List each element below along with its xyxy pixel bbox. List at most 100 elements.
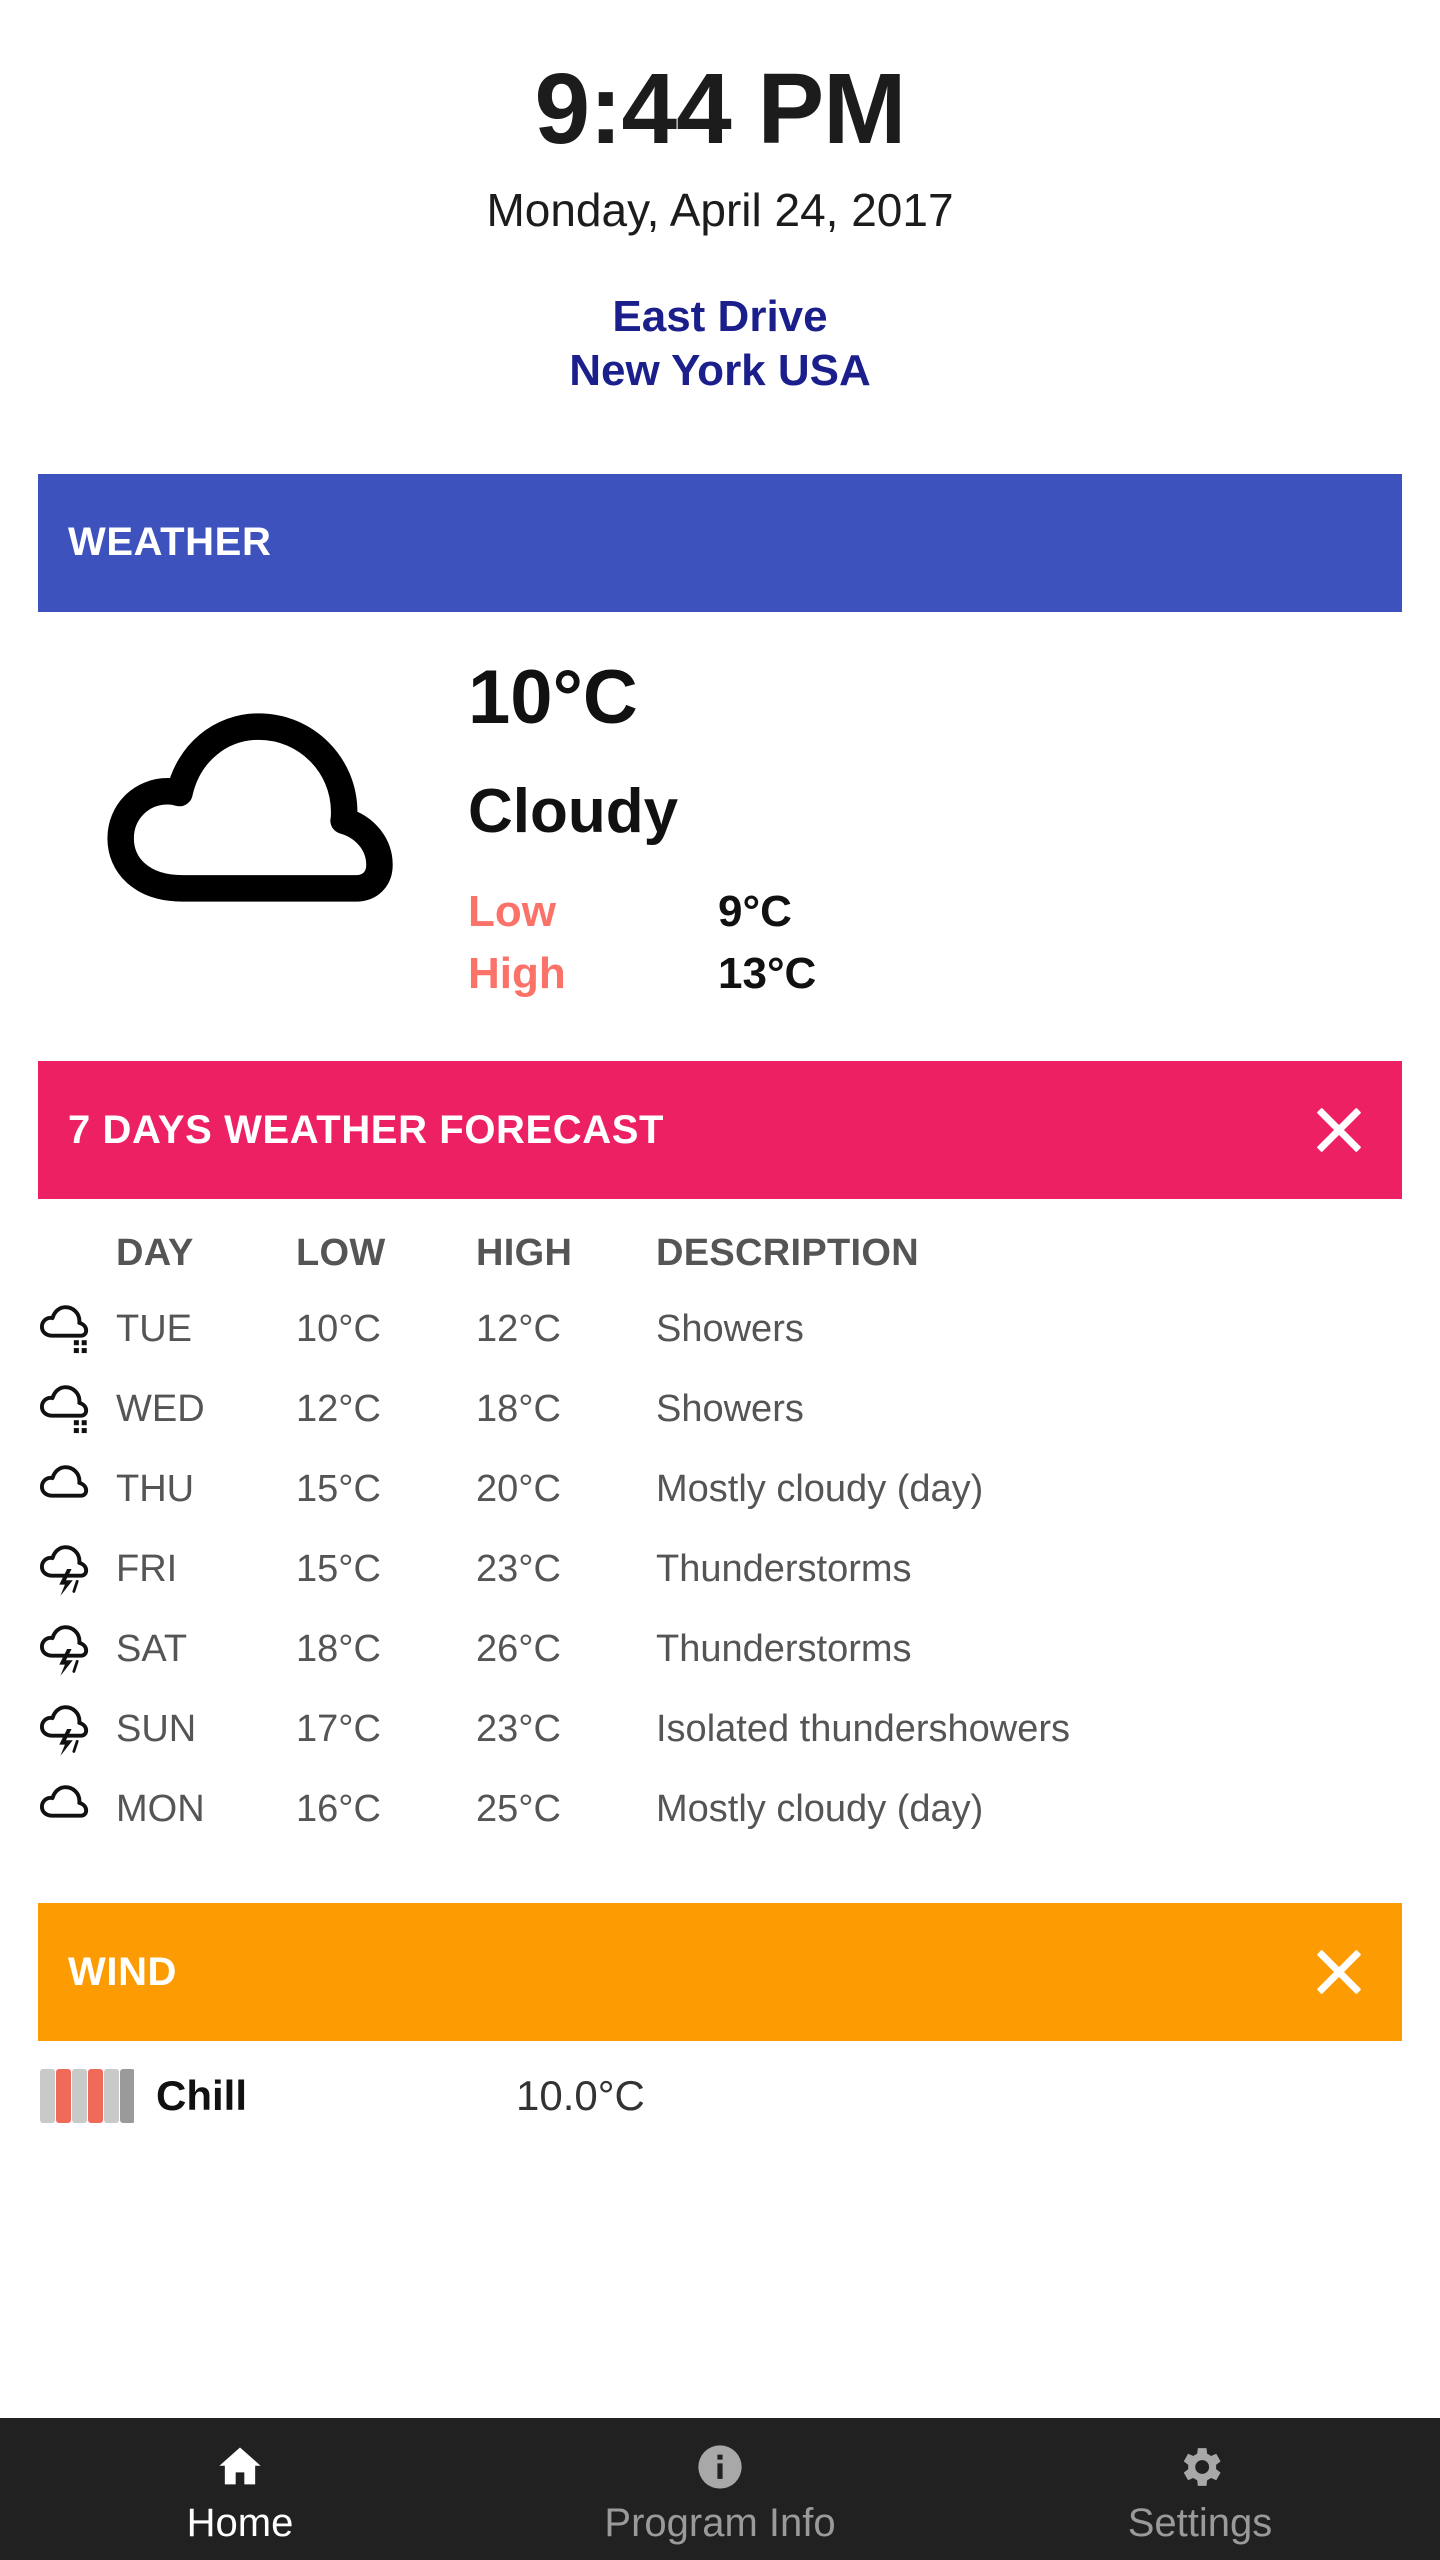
wind-row-list: Chill 10.0°C xyxy=(38,2057,1402,2135)
forecast-high: 20°C xyxy=(476,1467,561,1510)
forecast-day: THU xyxy=(116,1467,195,1510)
cloud-icon xyxy=(39,1465,89,1499)
location-line-1: East Drive xyxy=(612,292,828,342)
table-row[interactable]: FRI 15°C 23°C Thunderstorms xyxy=(38,1529,1402,1609)
forecast-row-icon xyxy=(38,1621,116,1677)
forecast-high: 23°C xyxy=(476,1707,561,1750)
forecast-description: Isolated thundershowers xyxy=(656,1707,1071,1750)
status-header: 9:44 PM Monday, April 24, 2017 East Driv… xyxy=(0,0,1440,398)
nav-item-label: Settings xyxy=(1127,2501,1273,2545)
forecast-day: SUN xyxy=(116,1707,197,1750)
forecast-section-title: 7 DAYS WEATHER FORECAST xyxy=(68,1107,665,1152)
nav-icon-wrap xyxy=(694,2441,746,2493)
nav-item-settings[interactable]: Settings xyxy=(960,2418,1440,2560)
current-low-value: 9°C xyxy=(718,886,792,936)
table-row[interactable]: MON 16°C 25°C Mostly cloudy (day) xyxy=(38,1769,1402,1849)
forecast-low: 18°C xyxy=(296,1627,381,1670)
current-weather-icon-wrap xyxy=(38,648,468,906)
forecast-low: 12°C xyxy=(296,1387,381,1430)
table-row[interactable]: TUE 10°C 12°C Showers xyxy=(38,1289,1402,1369)
nav-item-label: Program Info xyxy=(604,2501,836,2545)
nav-item-label: Home xyxy=(186,2501,294,2545)
column-header-low: LOW xyxy=(296,1231,386,1274)
cloud-icon xyxy=(107,712,393,902)
table-row[interactable]: SAT 18°C 26°C Thunderstorms xyxy=(38,1609,1402,1689)
current-weather-info: 10°C Cloudy Low 9°C High 13°C xyxy=(468,648,1402,1006)
forecast-low: 15°C xyxy=(296,1547,381,1590)
bottom-navigation: Home Program Info Settings xyxy=(0,2418,1440,2560)
thermometer-icon xyxy=(40,2069,134,2124)
wind-row-icon xyxy=(38,2065,156,2127)
forecast-row-icon xyxy=(38,1701,116,1757)
nav-icon-wrap xyxy=(214,2441,266,2493)
cloud-icon xyxy=(39,1785,89,1819)
forecast-low: 17°C xyxy=(296,1707,381,1750)
clock-time: 9:44 PM xyxy=(534,53,907,165)
table-row[interactable]: SUN 17°C 23°C Isolated thundershowers xyxy=(38,1689,1402,1769)
forecast-description: Thunderstorms xyxy=(656,1627,912,1670)
weather-section-title: WEATHER xyxy=(68,520,272,565)
column-header-description: DESCRIPTION xyxy=(656,1231,919,1274)
column-header-high: HIGH xyxy=(476,1231,573,1274)
forecast-row-icon xyxy=(38,1381,116,1437)
forecast-high: 23°C xyxy=(476,1547,561,1590)
current-high-value: 13°C xyxy=(718,949,817,998)
info-icon xyxy=(698,2445,742,2489)
current-high-label: High xyxy=(468,949,566,998)
cloud-lightning-icon xyxy=(39,1625,89,1677)
wind-row-label: Chill xyxy=(156,2072,247,2120)
wind-section-title: WIND xyxy=(68,1949,178,1994)
table-row[interactable]: THU 15°C 20°C Mostly cloudy (day) xyxy=(38,1449,1402,1529)
forecast-low: 16°C xyxy=(296,1787,381,1830)
nav-item-program-info[interactable]: Program Info xyxy=(480,2418,960,2560)
cloud-lightning-icon xyxy=(39,1705,89,1757)
forecast-high: 12°C xyxy=(476,1307,561,1350)
current-weather: 10°C Cloudy Low 9°C High 13°C xyxy=(38,612,1402,1006)
wind-table: Chill 10.0°C xyxy=(38,2041,1402,2135)
clock-date: Monday, April 24, 2017 xyxy=(486,184,954,236)
column-header-day: DAY xyxy=(116,1231,194,1274)
nav-item-home[interactable]: Home xyxy=(0,2418,480,2560)
gear-icon xyxy=(1183,2448,1221,2486)
forecast-day: TUE xyxy=(116,1307,192,1350)
nav-icon-wrap xyxy=(1174,2441,1226,2493)
location-line-2: New York USA xyxy=(569,345,871,395)
forecast-row-icon xyxy=(38,1301,116,1357)
location-block: East Drive New York USA xyxy=(0,290,1440,397)
forecast-day: WED xyxy=(116,1387,205,1430)
cloud-showers-icon xyxy=(39,1305,89,1354)
forecast-description: Thunderstorms xyxy=(656,1547,912,1590)
weather-section-header[interactable]: WEATHER xyxy=(38,473,1402,612)
current-temperature: 10°C xyxy=(468,654,638,740)
forecast-high: 18°C xyxy=(476,1387,561,1430)
forecast-description: Mostly cloudy (day) xyxy=(656,1787,984,1830)
forecast-description: Showers xyxy=(656,1387,804,1430)
forecast-table: DAY LOW HIGH DESCRIPTION TUE 10°C 12°C Show… xyxy=(38,1199,1402,1849)
close-icon[interactable] xyxy=(1306,1097,1372,1163)
home-icon xyxy=(219,2447,261,2485)
forecast-description: Mostly cloudy (day) xyxy=(656,1467,984,1510)
close-icon[interactable] xyxy=(1306,1939,1372,2005)
wind-section-header[interactable]: WIND xyxy=(38,1903,1402,2042)
wind-row-value: 10.0°C xyxy=(516,2072,645,2120)
cloud-lightning-icon xyxy=(39,1545,89,1597)
forecast-row-icon xyxy=(38,1461,116,1517)
current-lowhigh: Low 9°C High 13°C xyxy=(468,881,1402,1006)
current-low-label: Low xyxy=(468,886,556,936)
forecast-day: SAT xyxy=(116,1627,188,1670)
table-row[interactable]: WED 12°C 18°C Showers xyxy=(38,1369,1402,1449)
forecast-high: 26°C xyxy=(476,1627,561,1670)
forecast-row-icon xyxy=(38,1781,116,1837)
forecast-section-header[interactable]: 7 DAYS WEATHER FORECAST xyxy=(38,1061,1402,1200)
forecast-low: 15°C xyxy=(296,1467,381,1510)
current-high-row: High 13°C xyxy=(468,943,1402,1005)
cloud-showers-icon xyxy=(39,1385,89,1434)
forecast-table-header: DAY LOW HIGH DESCRIPTION xyxy=(38,1217,1402,1289)
forecast-day: FRI xyxy=(116,1547,178,1590)
forecast-low: 10°C xyxy=(296,1307,381,1350)
forecast-description: Showers xyxy=(656,1307,804,1350)
current-low-row: Low 9°C xyxy=(468,881,1402,943)
current-description: Cloudy xyxy=(468,777,679,847)
forecast-day: MON xyxy=(116,1787,205,1830)
forecast-row-list: TUE 10°C 12°C Showers WED 12°C 18°C Showers THU 1… xyxy=(38,1289,1402,1849)
